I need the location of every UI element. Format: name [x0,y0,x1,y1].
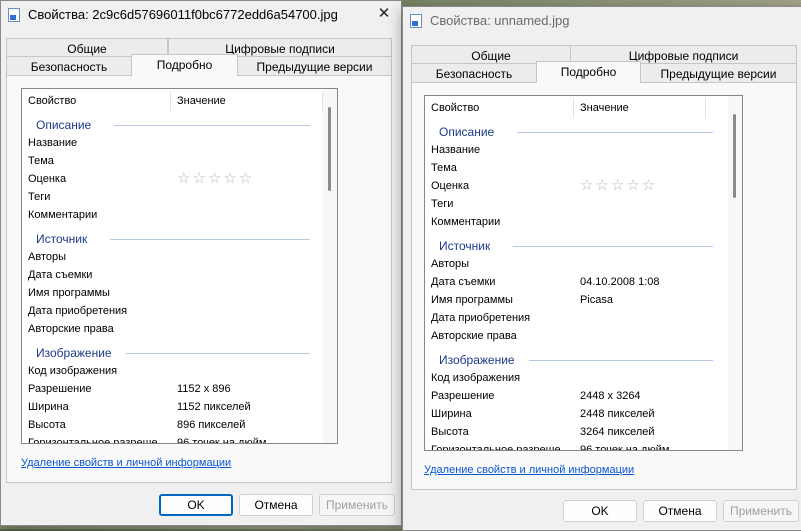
prop-comments: Комментарии [28,209,98,221]
group-divider [529,360,713,361]
apply-button[interactable]: Применить [723,500,799,522]
value-program-name: Picasa [580,294,614,306]
prop-authors: Авторы [28,251,66,263]
prop-width: Ширина [28,401,69,413]
group-divider [126,353,310,354]
column-header-property[interactable]: Свойство [28,95,76,107]
prop-authors: Авторы [431,258,469,270]
list-header: Свойство Значение [425,96,742,120]
prop-height: Высота [431,426,469,438]
group-source: Источник [36,232,88,246]
value-width: 2448 пикселей [580,408,655,420]
prop-name: Название [28,137,78,149]
vertical-scrollbar[interactable] [323,89,337,443]
group-divider [517,132,713,133]
properties-list[interactable]: Свойство Значение Описание Название Тема… [21,88,338,444]
column-divider[interactable] [170,91,171,111]
prop-program-name: Имя программы [431,294,513,306]
properties-dialog-right: Свойства: unnamed.jpg Общие Цифровые под… [402,6,801,531]
column-divider [705,98,706,118]
prop-rating: Оценка [28,173,67,185]
group-image: Изображение [36,346,112,360]
tab-previous-versions[interactable]: Предыдущие версии [237,56,392,76]
list-header: Свойство Значение [22,89,337,113]
properties-list[interactable]: Свойство Значение Описание Название Тема… [424,95,743,451]
prop-resolution: Разрешение [28,383,92,395]
column-divider[interactable] [573,98,574,118]
prop-height: Высота [28,419,66,431]
column-header-property[interactable]: Свойство [431,102,479,114]
apply-button[interactable]: Применить [319,494,395,516]
prop-date-taken: Дата съемки [28,269,93,281]
column-header-value[interactable]: Значение [177,95,226,107]
prop-name: Название [431,144,481,156]
prop-width: Ширина [431,408,472,420]
prop-comments: Комментарии [431,216,501,228]
prop-copyright: Авторские права [431,330,517,342]
remove-properties-link[interactable]: Удаление свойств и личной информации [424,464,634,476]
prop-horizontal-resolution: Горизонтальное разреше... [28,437,167,444]
title-bar[interactable]: Свойства: 2c9c6d57696011f0bc6772edd6a547… [1,1,401,29]
rating-stars[interactable]: ☆☆☆☆☆ [580,177,657,195]
group-source: Источник [439,239,491,253]
value-horizontal-resolution: 96 точек на дюйм [177,437,267,444]
value-width: 1152 пикселей [177,401,251,413]
file-icon [410,14,422,28]
tab-details[interactable]: Подробно [131,54,238,76]
prop-image-id: Код изображения [28,365,118,377]
scrollbar-thumb[interactable] [328,107,331,191]
prop-date-acquired: Дата приобретения [431,312,531,324]
tab-security[interactable]: Безопасность [411,63,537,83]
prop-tags: Теги [28,191,51,203]
remove-properties-link[interactable]: Удаление свойств и личной информации [21,457,231,469]
prop-horizontal-resolution: Горизонтальное разреше... [431,444,570,451]
prop-subject: Тема [431,162,457,174]
tab-details[interactable]: Подробно [536,61,641,83]
details-panel: Свойство Значение Описание Название Тема… [411,82,797,490]
prop-tags: Теги [431,198,454,210]
file-icon [8,8,20,22]
prop-resolution: Разрешение [431,390,495,402]
scrollbar-thumb[interactable] [733,114,736,198]
group-description: Описание [36,118,92,132]
ok-button[interactable]: OK [159,494,233,516]
prop-date-acquired: Дата приобретения [28,305,128,317]
rating-stars[interactable]: ☆☆☆☆☆ [177,170,254,188]
cancel-button[interactable]: Отмена [643,500,717,522]
window-title: Свойства: unnamed.jpg [430,13,570,28]
prop-rating: Оценка [431,180,470,192]
value-date-taken: 04.10.2008 1:08 [580,276,660,288]
ok-button[interactable]: OK [563,500,637,522]
value-resolution: 1152 x 896 [177,383,231,395]
tab-security[interactable]: Безопасность [6,56,132,76]
group-description: Описание [439,125,495,139]
vertical-scrollbar[interactable] [728,96,742,450]
prop-date-taken: Дата съемки [431,276,496,288]
prop-copyright: Авторские права [28,323,114,335]
group-divider [513,246,713,247]
window-title: Свойства: 2c9c6d57696011f0bc6772edd6a547… [28,7,338,22]
prop-image-id: Код изображения [431,372,521,384]
cancel-button[interactable]: Отмена [239,494,313,516]
group-divider [114,125,310,126]
value-height: 896 пикселей [177,419,246,431]
properties-dialog-left: Свойства: 2c9c6d57696011f0bc6772edd6a547… [0,0,402,526]
group-image: Изображение [439,353,515,367]
prop-program-name: Имя программы [28,287,110,299]
value-resolution: 2448 x 3264 [580,390,641,402]
title-bar[interactable]: Свойства: unnamed.jpg [403,7,801,35]
close-icon[interactable]: ✕ [373,4,395,24]
group-divider [110,239,310,240]
column-header-value[interactable]: Значение [580,102,629,114]
details-panel: Свойство Значение Описание Название Тема… [6,75,392,483]
tab-previous-versions[interactable]: Предыдущие версии [640,63,797,83]
prop-subject: Тема [28,155,54,167]
value-height: 3264 пикселей [580,426,655,438]
value-horizontal-resolution: 96 точек на дюйм [580,444,670,451]
